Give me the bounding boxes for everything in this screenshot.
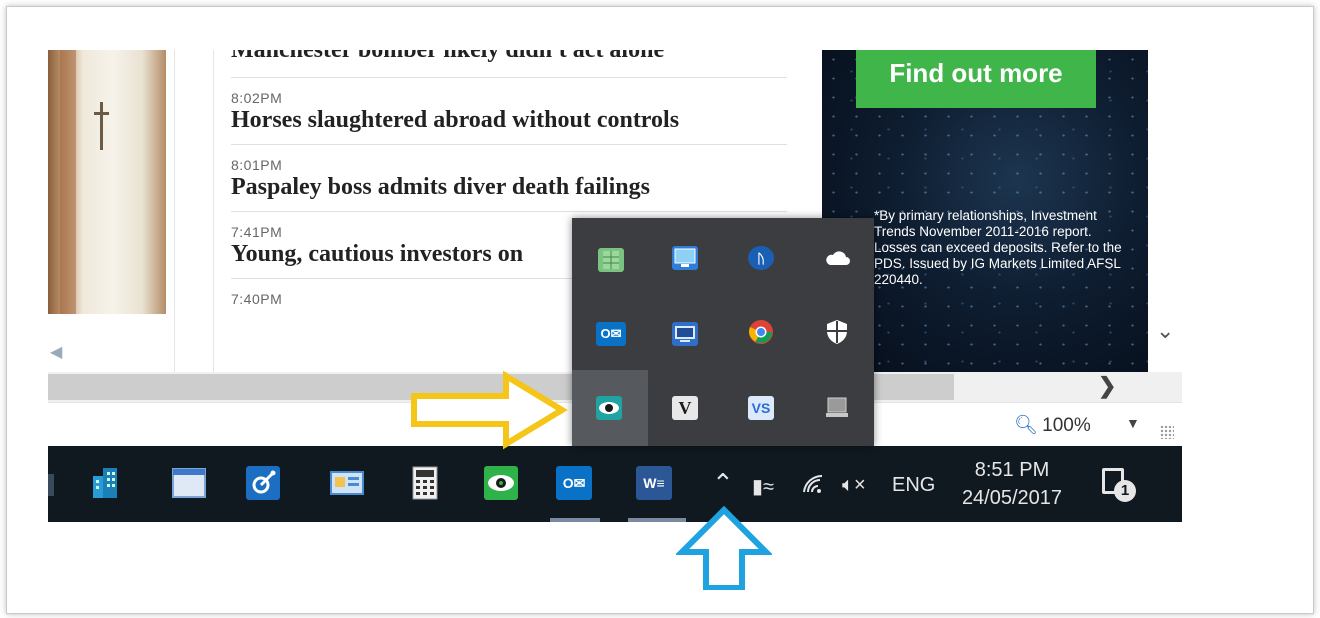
scroll-right-icon[interactable]: ❯	[1098, 373, 1116, 399]
active-app-indicator	[550, 518, 600, 522]
zoom-level[interactable]: 🔍︎ 100%	[1014, 413, 1091, 437]
control-panel-icon[interactable]	[330, 466, 364, 500]
clock-time: 8:51 PM	[974, 459, 1050, 481]
news-headline[interactable]: Paspaley boss admits diver death failing…	[231, 173, 787, 201]
resize-grip-icon[interactable]	[1160, 425, 1174, 439]
tray-overflow-popup: ᚢ O✉ V VS	[572, 218, 874, 446]
clock-date: 24/05/2017	[961, 487, 1063, 509]
find-out-more-button[interactable]: Find out more	[856, 50, 1096, 108]
window-icon[interactable]	[172, 466, 206, 500]
volume-muted-icon[interactable]: 🔈︎×	[842, 474, 866, 497]
vs-app-icon[interactable]: VS	[748, 396, 774, 420]
calculator-icon[interactable]	[408, 466, 442, 500]
ad-disclaimer: *By primary relationships, Investment Tr…	[874, 208, 1122, 287]
photo-robe-detail	[60, 50, 76, 314]
column-divider	[174, 50, 175, 372]
battery-power-icon[interactable]: ▮≈	[752, 474, 774, 499]
photo-cross	[100, 102, 103, 150]
wifi-icon[interactable]	[802, 474, 824, 500]
presentation-icon[interactable]	[672, 322, 698, 346]
building-icon[interactable]	[90, 466, 124, 500]
news-item[interactable]: 8:02PM Horses slaughtered abroad without…	[231, 78, 787, 145]
eye-app-icon[interactable]	[484, 466, 518, 500]
notification-count-badge: 1	[1114, 480, 1136, 502]
outlook-icon[interactable]: O✉	[556, 466, 592, 500]
windows-taskbar: O✉ W≡ ⌃ ▮≈ 🔈︎× ENG 8:51 PM 24/05/2017 1	[48, 446, 1182, 522]
spreadsheet-icon[interactable]	[598, 248, 624, 272]
laptop-icon[interactable]	[824, 396, 850, 420]
action-center-icon[interactable]: 1	[1102, 468, 1136, 502]
news-headline[interactable]: Horses slaughtered abroad without contro…	[231, 106, 787, 134]
news-headline[interactable]: Manchester bomber likely didn't act alon…	[231, 50, 787, 64]
news-time: 8:02PM	[231, 90, 283, 106]
chrome-icon[interactable]	[748, 320, 774, 344]
show-hidden-icons-chevron-icon[interactable]: ⌃	[712, 468, 734, 499]
blue-annotation-arrow-icon	[676, 506, 772, 590]
satellite-icon[interactable]	[246, 466, 280, 500]
v-app-icon[interactable]: V	[672, 396, 698, 420]
bluetooth-icon[interactable]: ᚢ	[748, 246, 774, 270]
word-icon[interactable]: W≡	[636, 466, 672, 500]
news-photo[interactable]	[48, 50, 166, 314]
onedrive-icon[interactable]	[824, 246, 850, 270]
outlook-tray-icon[interactable]: O✉	[596, 322, 626, 346]
zoom-dropdown-icon[interactable]: ▼	[1126, 415, 1140, 431]
eye-tray-icon[interactable]	[596, 396, 622, 420]
defender-icon[interactable]	[824, 320, 850, 344]
news-item[interactable]: Manchester bomber likely didn't act alon…	[231, 50, 787, 78]
photo-crossbar	[94, 112, 109, 115]
column-divider	[213, 50, 214, 372]
system-clock[interactable]: 8:51 PM 24/05/2017	[952, 456, 1072, 512]
news-time: 8:01PM	[231, 157, 283, 173]
chevron-down-icon[interactable]: ⌄	[1156, 318, 1174, 344]
news-item[interactable]: 8:01PM Paspaley boss admits diver death …	[231, 145, 787, 212]
carousel-caret-icon[interactable]: ◀	[50, 342, 62, 362]
yellow-annotation-arrow-icon	[411, 370, 568, 450]
taskbar-edge-icon[interactable]	[48, 474, 54, 496]
input-language-indicator[interactable]: ENG	[892, 474, 935, 497]
zoom-magnifier-icon: 🔍︎	[1014, 415, 1039, 436]
network-monitor-icon[interactable]	[672, 246, 698, 270]
zoom-value: 100%	[1042, 415, 1091, 436]
